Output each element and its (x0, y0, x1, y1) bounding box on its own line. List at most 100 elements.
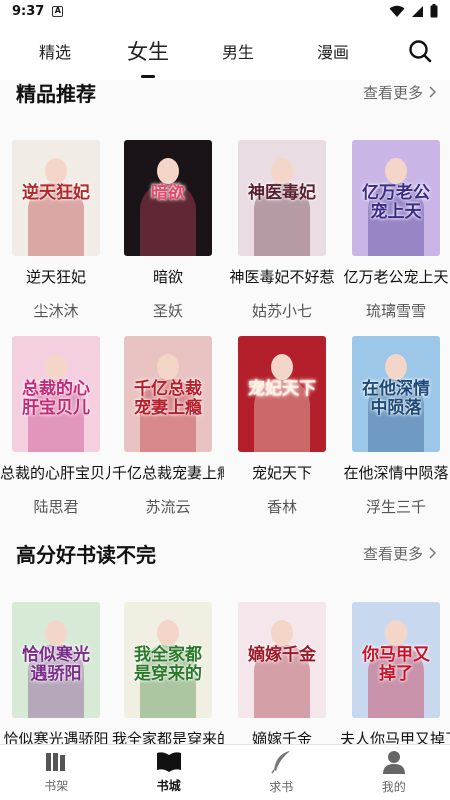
book-card[interactable]: 总裁的心肝宝贝儿 总裁的心肝宝贝儿 陆思君 (0, 336, 112, 517)
battery-icon (430, 4, 438, 18)
book-title[interactable]: 宠妃天下 (226, 462, 338, 483)
book-card[interactable]: 我全家都是穿来的 我全家都是穿来的 (112, 602, 224, 744)
cover-figure-face (45, 158, 67, 184)
cover-title: 你马甲又掉了 (362, 645, 430, 685)
book-author: 尘沐沐 (33, 302, 79, 320)
cover-title: 宠妃天下 (248, 379, 316, 400)
signal-icon (412, 5, 423, 17)
book-card[interactable]: 亿万老公宠上天 亿万老公宠上天 琉璃雪雪 (340, 140, 450, 321)
cover-title: 在他深情中陨落 (362, 379, 430, 419)
cover-figure-face (271, 354, 293, 380)
status-time: 9:37 (12, 3, 45, 19)
book-card[interactable]: 逆天狂妃 逆天狂妃 尘沐沐 (0, 140, 112, 321)
tab-profile-label: 我的 (381, 780, 406, 794)
view-more-label: 查看更多 (362, 544, 423, 563)
cover-figure-face (45, 620, 67, 646)
top-nav: 精选 女生 男生 漫画 (0, 22, 450, 80)
book-title[interactable]: 嫡嫁千金 (226, 728, 338, 744)
book-card[interactable]: 嫡嫁千金 嫡嫁千金 (226, 602, 338, 744)
book-cover[interactable]: 暗欲 (124, 140, 212, 256)
tab-female[interactable]: 女生 (110, 36, 186, 66)
chevron-right-icon (429, 86, 436, 98)
tab-bookshelf[interactable]: 书架 (0, 745, 113, 800)
cover-title: 嫡嫁千金 (248, 645, 316, 666)
cover-title: 亿万老公宠上天 (362, 183, 430, 223)
tab-featured[interactable]: 精选 (0, 39, 110, 63)
tab-profile[interactable]: 我的 (338, 745, 450, 800)
book-title[interactable]: 夫人你马甲又掉了 (340, 728, 450, 744)
cover-figure-face (157, 354, 179, 380)
open-book-icon (156, 752, 181, 772)
book-author: 陆思君 (33, 498, 79, 516)
bottom-tab-bar: 书架 书城 求书 我的 (0, 744, 450, 800)
cover-title: 千亿总裁宠妻上瘾 (134, 379, 202, 419)
book-cover[interactable]: 在他深情中陨落 (352, 336, 440, 452)
bookshelf-icon (46, 753, 66, 771)
search-icon[interactable] (408, 39, 432, 63)
cover-title: 我全家都是穿来的 (134, 645, 202, 685)
book-card[interactable]: 千亿总裁宠妻上瘾 千亿总裁宠妻上瘾 苏流云 (112, 336, 224, 517)
cover-figure-face (45, 354, 67, 380)
tab-bookstore-label: 书城 (156, 779, 181, 793)
cover-figure-face (271, 620, 293, 646)
tab-request-book[interactable]: 求书 (225, 745, 338, 800)
view-more-label: 查看更多 (362, 83, 423, 102)
cover-title: 总裁的心肝宝贝儿 (22, 379, 90, 419)
tab-bookstore[interactable]: 书城 (113, 745, 226, 800)
book-title[interactable]: 逆天狂妃 (0, 266, 112, 287)
book-card[interactable]: 在他深情中陨落 在他深情中陨落 浮生三千 (340, 336, 450, 517)
cover-title: 恰似寒光遇骄阳 (22, 645, 90, 685)
book-cover[interactable]: 亿万老公宠上天 (352, 140, 440, 256)
notification-badge-icon: A (52, 5, 64, 17)
book-cover[interactable]: 你马甲又掉了 (352, 602, 440, 718)
book-cover[interactable]: 我全家都是穿来的 (124, 602, 212, 718)
status-icons (389, 4, 438, 18)
cover-title: 逆天狂妃 (22, 183, 90, 204)
book-card[interactable]: 神医毒妃神医毒妃不好惹 姑苏小七 (226, 140, 338, 321)
tab-request-book-label: 求书 (269, 780, 294, 794)
book-title[interactable]: 暗欲 (112, 266, 224, 287)
cover-figure-face (385, 354, 407, 380)
book-title[interactable]: 总裁的心肝宝贝儿 (0, 462, 112, 483)
book-author: 香林 (266, 498, 297, 516)
book-author: 苏流云 (145, 498, 191, 516)
book-title[interactable]: 千亿总裁宠妻上瘾 (112, 462, 224, 483)
book-cover[interactable]: 宠妃天下 (238, 336, 326, 452)
feather-icon (271, 751, 291, 774)
book-card[interactable]: 宠妃天下 宠妃天下 香林 (226, 336, 338, 517)
section-header-recommend: 精品推荐 查看更多 (0, 80, 450, 107)
book-author: 姑苏小七 (251, 302, 312, 320)
cover-title: 神医毒妃 (248, 183, 316, 204)
book-cover[interactable]: 嫡嫁千金 (238, 602, 326, 718)
book-cover[interactable]: 千亿总裁宠妻上瘾 (124, 336, 212, 452)
cover-figure-face (385, 158, 407, 184)
book-title[interactable]: 神医毒妃不好惹 (226, 266, 338, 287)
section-title: 精品推荐 (16, 81, 96, 106)
view-more-link[interactable]: 查看更多 (363, 543, 436, 564)
view-more-link[interactable]: 查看更多 (363, 82, 436, 103)
tab-bookshelf-label: 书架 (44, 779, 69, 793)
cover-figure-face (271, 158, 293, 184)
tab-male[interactable]: 男生 (186, 39, 290, 63)
tab-comics[interactable]: 漫画 (290, 39, 376, 63)
book-cover[interactable]: 总裁的心肝宝贝儿 (12, 336, 100, 452)
book-title[interactable]: 恰似寒光遇骄阳 (0, 728, 112, 744)
cover-title: 暗欲 (151, 183, 185, 204)
book-cover[interactable]: 恰似寒光遇骄阳 (12, 602, 100, 718)
wifi-icon (389, 5, 405, 17)
section-title: 高分好书读不完 (16, 542, 156, 567)
book-cover[interactable]: 神医毒妃 (238, 140, 326, 256)
book-title[interactable]: 亿万老公宠上天 (340, 266, 450, 287)
book-card[interactable]: 恰似寒光遇骄阳 恰似寒光遇骄阳 (0, 602, 112, 744)
profile-icon (382, 751, 405, 774)
book-card[interactable]: 你马甲又掉了夫人你马甲又掉了 (340, 602, 450, 744)
book-title[interactable]: 在他深情中陨落 (340, 462, 450, 483)
book-store-content[interactable]: 精品推荐 查看更多 逆天狂妃 逆天狂妃 尘沐沐 暗欲 暗欲 圣妖 神医毒妃 神医毒妃不好惹 姑苏… (0, 80, 450, 744)
cover-figure-face (385, 620, 407, 646)
cover-figure-face (157, 620, 179, 646)
book-author: 圣妖 (152, 302, 183, 320)
book-cover[interactable]: 逆天狂妃 (12, 140, 100, 256)
book-title[interactable]: 我全家都是穿来的 (112, 728, 224, 744)
status-bar: 9:37 A (0, 0, 450, 22)
book-card[interactable]: 暗欲 暗欲 圣妖 (112, 140, 224, 321)
